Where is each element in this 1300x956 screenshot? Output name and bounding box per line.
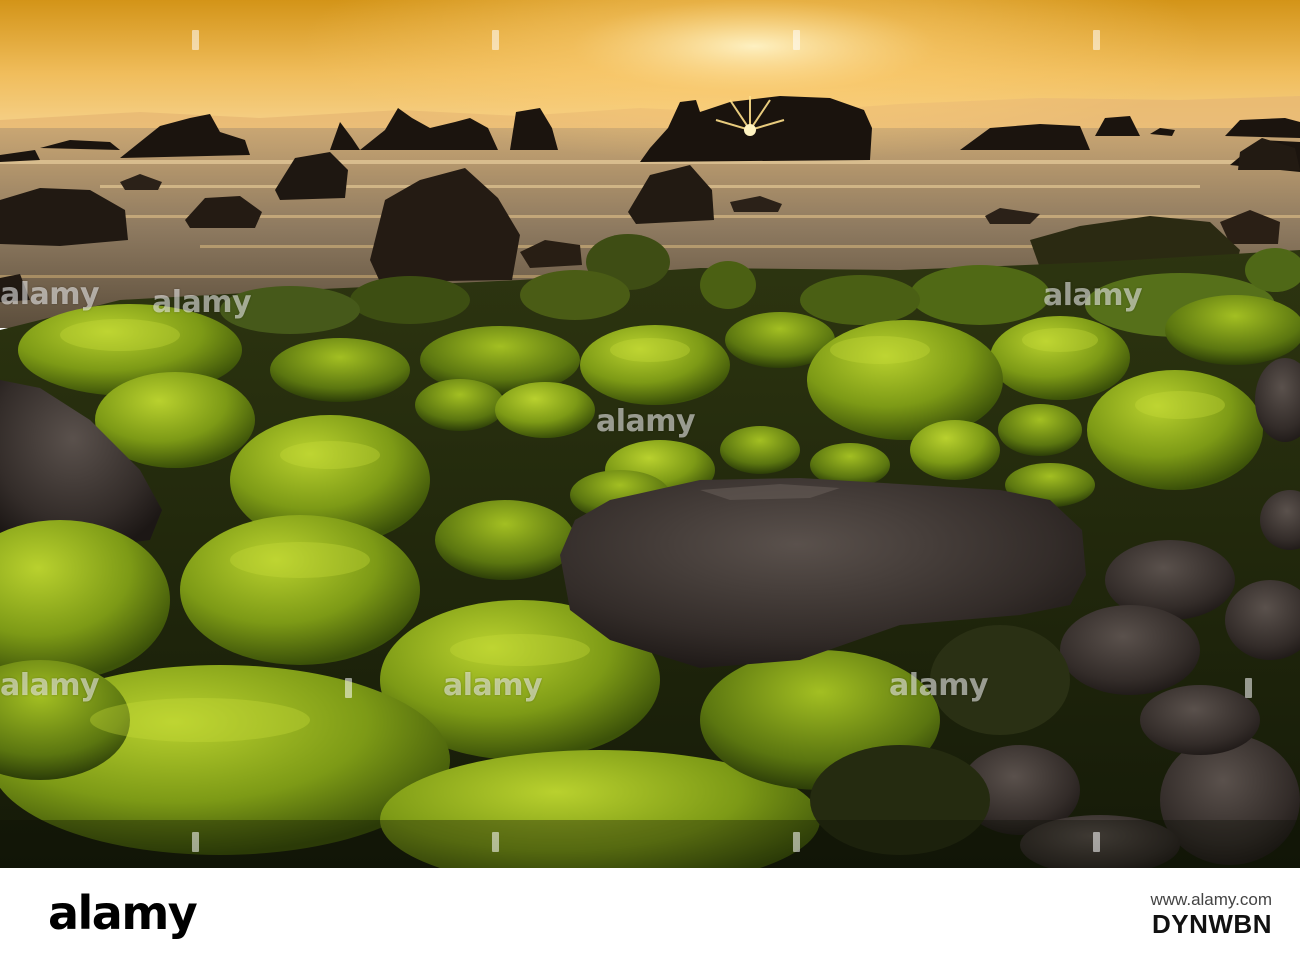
watermark-mark	[1093, 30, 1100, 50]
watermark-mark	[1093, 832, 1100, 852]
image-meta: www.alamy.com DYNWBN	[1150, 888, 1272, 939]
page: alamy alamy alamy alamy alamy alamy alam…	[0, 0, 1300, 956]
watermark-mark	[492, 30, 499, 50]
alamy-logo[interactable]: alamy	[48, 886, 198, 940]
watermark-text: alamy	[443, 668, 543, 703]
watermark-text: alamy	[1043, 278, 1143, 313]
photo: alamy alamy alamy alamy alamy alamy alam…	[0, 0, 1300, 868]
image-id: DYNWBN	[1152, 909, 1272, 939]
watermark-text: alamy	[889, 668, 989, 703]
watermark-mark	[345, 678, 352, 698]
watermark-mark	[793, 30, 800, 50]
watermark-text: alamy	[0, 668, 100, 703]
watermark-mark	[793, 832, 800, 852]
watermark-mark	[492, 832, 499, 852]
sun	[744, 124, 756, 136]
watermark-mark	[192, 832, 199, 852]
watermark-mark	[1245, 678, 1252, 698]
watermark-text: alamy	[0, 277, 100, 312]
watermark-text: alamy	[152, 285, 252, 320]
watermark-mark	[192, 30, 199, 50]
footer-bar: alamy www.alamy.com DYNWBN	[0, 868, 1300, 956]
watermark-text: alamy	[596, 404, 696, 439]
